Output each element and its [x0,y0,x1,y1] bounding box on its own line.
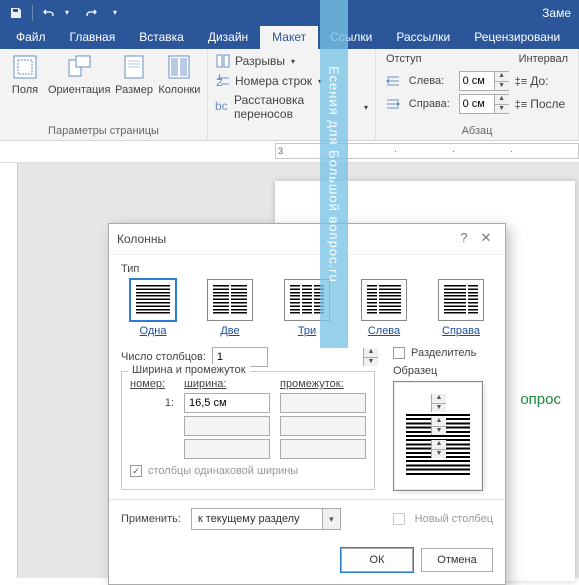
spacing-before-label: ‡≡ До: [515,74,568,88]
ribbon-tabs: Файл Главная Вставка Дизайн Макет Ссылки… [0,25,579,49]
preset-one[interactable]: Одна [125,279,181,337]
group-page-setup-2: Разрывы▾ 12 Номера строк▾ bc Расстановка… [208,49,376,140]
columns-dialog: Колонны ? ✕ Тип Одна Две Три Слева Справ… [108,223,506,585]
separator-checkbox[interactable] [393,347,405,359]
row1-width-input[interactable]: ▲▼ [184,393,270,413]
hyphenation-icon: bc [215,99,230,115]
indent-right-input[interactable]: ▲▼ [459,94,509,114]
hdr-num: номер: [130,378,174,390]
preset-row: Одна Две Три Слева Справа [121,279,493,343]
line-numbers-icon: 12 [215,73,231,89]
row2-gap-input: ▲▼ [280,416,366,436]
apply-label: Применить: [121,513,181,525]
indent-right-icon [386,98,403,110]
indent-left-input[interactable]: ▲▼ [459,71,509,91]
ruler-horizontal[interactable]: 3 · · · · [0,141,579,163]
tab-insert[interactable]: Вставка [127,26,196,49]
save-icon[interactable] [8,5,24,21]
group-paragraph-label: Абзац [380,123,574,140]
indent-left-label: Слева: [409,75,453,87]
dialog-title: Колонны [117,232,453,246]
apply-combo[interactable]: к текущему разделу ▾ [191,508,341,530]
sample-label: Образец [393,365,493,377]
dialog-titlebar: Колонны ? ✕ [109,224,505,255]
group-paragraph: Отступ Интервал Слева: ▲▼ ‡≡ До: Справа:… [376,49,579,140]
orientation-button[interactable]: Ориентация [46,51,112,123]
margins-icon [9,53,41,81]
window-title-fragment: Заме [542,6,571,20]
columns-icon [163,53,195,81]
new-column-label: Новый столбец [415,513,493,525]
document-text: опрос [520,391,561,408]
equal-width-checkbox[interactable]: ✓ [130,465,142,477]
preset-left[interactable]: Слева [356,279,412,337]
qat-customize-icon[interactable]: ▾ [107,5,123,21]
row2-width-input: ▲▼ [184,416,270,436]
num-cols-label: Число столбцов: [121,351,206,363]
hdr-gap: промежуток: [280,378,366,390]
size-button[interactable]: Размер [112,51,155,123]
row3-width-input: ▲▼ [184,439,270,459]
quick-access-toolbar: ▾ ▾ [8,5,123,21]
undo-icon[interactable] [41,5,57,21]
preset-two[interactable]: Две [202,279,258,337]
tab-review[interactable]: Рецензировани [462,26,572,49]
indent-label: Отступ [386,53,422,65]
spacing-label: Интервал [519,53,568,65]
ribbon: Поля Ориентация Размер Колонки Параметры… [0,49,579,141]
ruler-vertical[interactable] [0,163,18,578]
tab-design[interactable]: Дизайн [196,26,260,49]
type-label: Тип [121,263,493,275]
help-button[interactable]: ? [453,230,475,248]
ok-button[interactable]: ОК [341,548,413,572]
new-column-checkbox [393,513,405,525]
undo-dropdown-icon[interactable]: ▾ [59,5,75,21]
preset-right[interactable]: Справа [433,279,489,337]
tab-layout[interactable]: Макет [260,26,318,49]
watermark-overlay: Есения для Большой вопрос.ru [320,0,348,348]
tab-mailings[interactable]: Рассылки [384,26,462,49]
chevron-down-icon: ▾ [322,509,340,529]
svg-text:bc: bc [215,100,228,113]
row1-gap-input: ▲▼ [280,393,366,413]
separator-label: Разделитель [411,347,476,359]
columns-button[interactable]: Колонки [156,51,203,123]
svg-text:2: 2 [216,75,223,88]
cancel-button[interactable]: Отмена [421,548,493,572]
redo-icon[interactable] [83,5,99,21]
tab-home[interactable]: Главная [58,26,128,49]
width-groupbox: Ширина и промежуток номер: ширина: проме… [121,371,375,490]
indent-left-icon [386,75,403,87]
margins-button[interactable]: Поля [4,51,46,123]
size-icon [118,53,150,81]
spacing-after-label: ‡≡ После [515,97,568,111]
orientation-icon [63,53,95,81]
title-bar: ▾ ▾ Заме [0,0,579,25]
hdr-width: ширина: [184,378,270,390]
breaks-icon [215,53,231,69]
equal-width-label: столбцы одинаковой ширины [148,465,298,477]
row3-gap-input: ▲▼ [280,439,366,459]
indent-right-label: Справа: [409,98,453,110]
group-page-setup: Поля Ориентация Размер Колонки Параметры… [0,49,208,140]
tab-file[interactable]: Файл [4,26,58,49]
close-button[interactable]: ✕ [475,230,497,248]
group-page-setup-label: Параметры страницы [4,123,203,140]
row1-num: 1: [130,397,174,409]
